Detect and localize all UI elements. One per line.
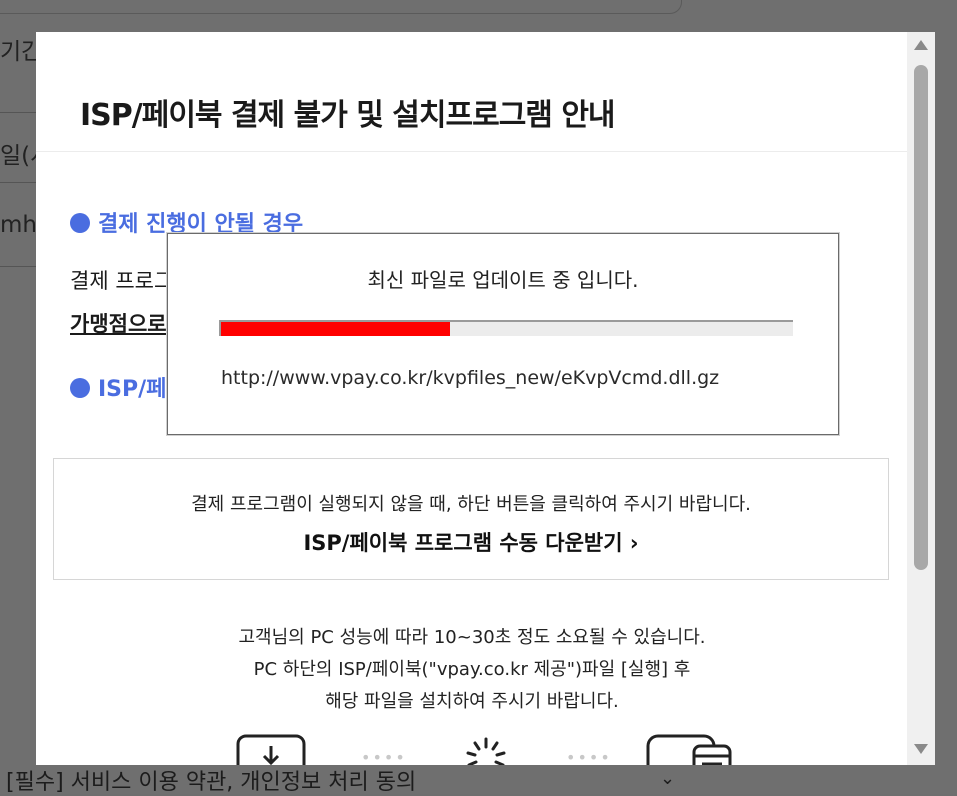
step-connector-dots: •••• bbox=[566, 748, 612, 765]
modal-scrollbar[interactable] bbox=[907, 32, 935, 765]
update-message: 최신 파일로 업데이트 중 입니다. bbox=[367, 268, 639, 292]
scroll-down-arrow-icon[interactable] bbox=[914, 744, 928, 754]
scroll-up-arrow-icon[interactable] bbox=[914, 40, 928, 50]
manual-download-button[interactable]: ISP/페이북 프로그램 수동 다운받기 › bbox=[54, 527, 888, 557]
update-progress-fill bbox=[221, 322, 450, 336]
modal-title: ISP/페이북 결제 불가 및 설치프로그램 안내 bbox=[80, 98, 616, 133]
update-progress-bar bbox=[219, 320, 793, 336]
info-line-2: PC 하단의 ISP/페이북("vpay.co.kr 제공")파일 [실행] 후 bbox=[253, 659, 691, 680]
download-icon bbox=[236, 734, 306, 765]
bullet-dot-icon bbox=[70, 213, 90, 233]
section-body-text: 결제 프로그 bbox=[70, 269, 174, 293]
bullet-dot-icon bbox=[70, 378, 90, 398]
background-label-value: mh bbox=[0, 212, 37, 238]
section-heading-text: ISP/페 bbox=[98, 377, 167, 402]
manual-download-notice: 결제 프로그램이 실행되지 않을 때, 하단 버튼을 클릭하여 주시기 바랍니다… bbox=[191, 494, 751, 515]
update-file-url: http://www.vpay.co.kr/kvpfiles_new/eKvpV… bbox=[221, 367, 720, 389]
background-terms-text: [필수] 서비스 이용 약관, 개인정보 처리 동의 bbox=[6, 770, 417, 795]
step-connector-dots: •••• bbox=[361, 748, 407, 765]
manual-download-box: 결제 프로그램이 실행되지 않을 때, 하단 버튼을 클릭하여 주시기 바랍니다… bbox=[53, 458, 889, 580]
background-input-box bbox=[0, 0, 682, 14]
window-install-icon bbox=[646, 734, 732, 765]
loading-spinner-icon bbox=[466, 737, 506, 765]
title-divider bbox=[36, 151, 908, 152]
info-line-3: 해당 파일을 설치하여 주시기 바랍니다. bbox=[325, 691, 619, 712]
background-divider bbox=[0, 182, 40, 183]
info-line-1: 고객님의 PC 성능에 따라 10~30초 정도 소요될 수 있습니다. bbox=[238, 627, 706, 648]
scrollbar-thumb[interactable] bbox=[914, 65, 928, 570]
background-divider bbox=[0, 112, 40, 113]
section-heading-isp: ISP/페 bbox=[70, 371, 166, 403]
background-divider bbox=[0, 266, 40, 267]
chevron-down-icon: ⌄ bbox=[660, 768, 676, 789]
update-progress-popup: 최신 파일로 업데이트 중 입니다. http://www.vpay.co.kr… bbox=[167, 233, 839, 435]
merchant-contact-link[interactable]: 가맹점으로 bbox=[70, 308, 167, 338]
